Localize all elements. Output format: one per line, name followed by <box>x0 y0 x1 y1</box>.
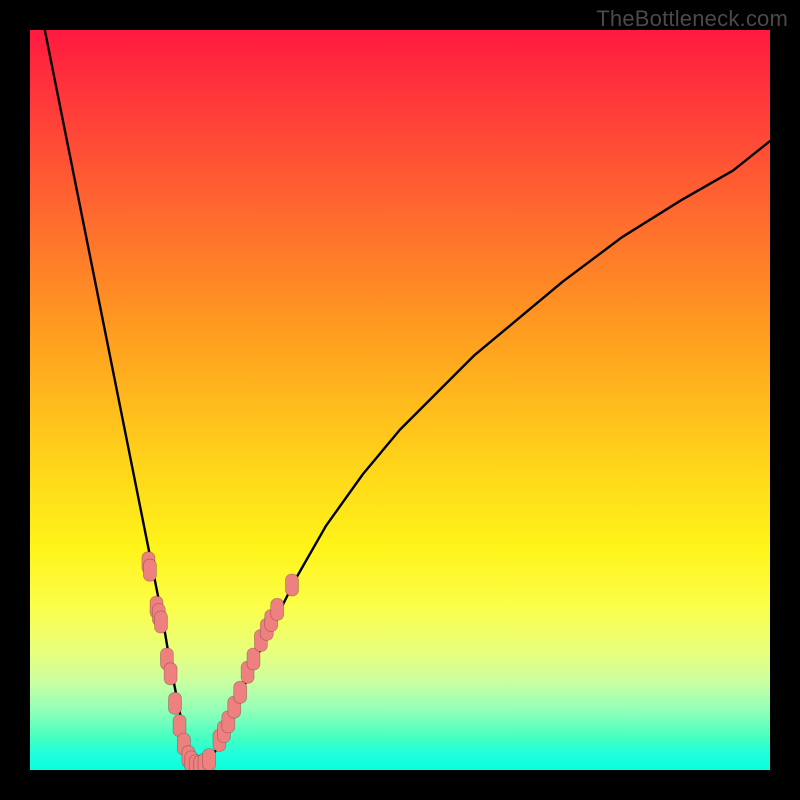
watermark-text: TheBottleneck.com <box>596 6 788 32</box>
sample-marker <box>155 611 168 633</box>
sample-marker <box>286 574 299 596</box>
marker-group <box>142 552 299 770</box>
plot-area <box>30 30 770 770</box>
sample-marker <box>271 598 284 620</box>
sample-marker <box>234 681 247 703</box>
chart-svg <box>30 30 770 770</box>
chart-frame: TheBottleneck.com <box>0 0 800 800</box>
sample-marker <box>143 559 156 581</box>
sample-marker <box>203 749 216 770</box>
sample-marker <box>164 663 177 685</box>
bottleneck-curve-line <box>45 30 770 766</box>
sample-marker <box>169 692 182 714</box>
